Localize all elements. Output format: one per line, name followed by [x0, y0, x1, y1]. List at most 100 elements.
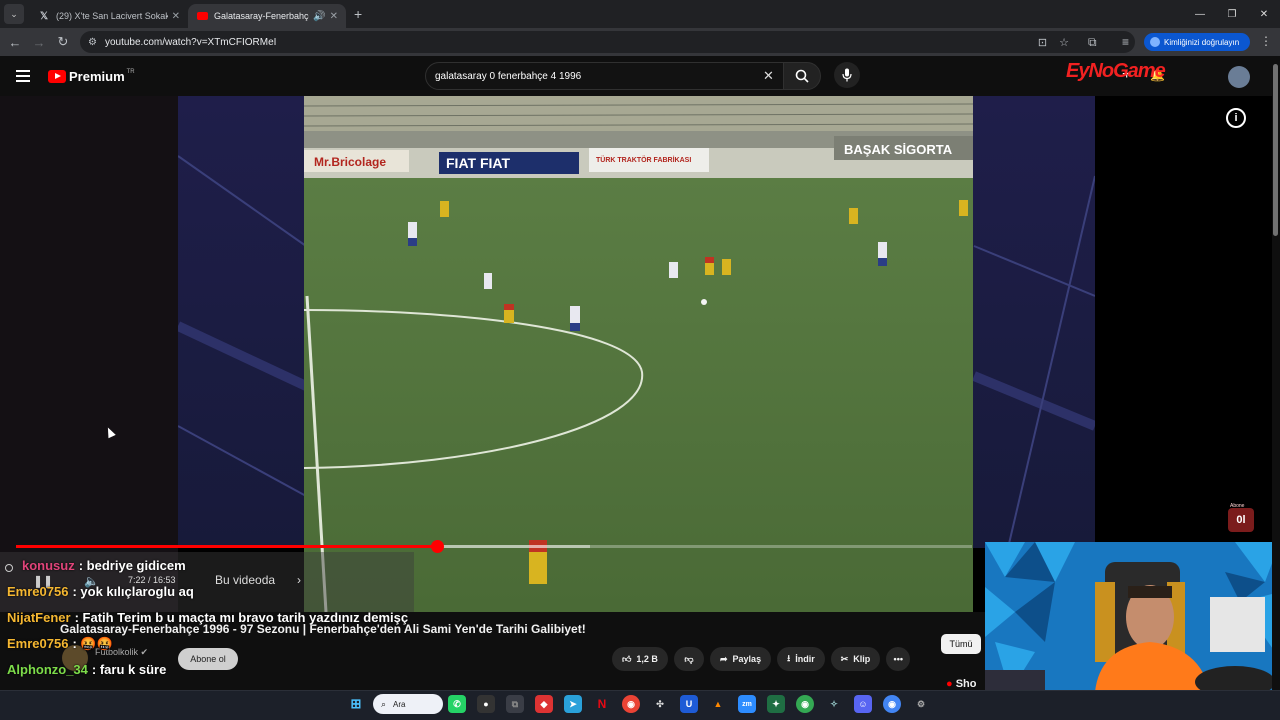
app-icon[interactable]: ✧: [825, 695, 843, 713]
account-avatar[interactable]: [1228, 66, 1250, 88]
chat-username: Emre0756: [7, 636, 69, 651]
shorts-shelf-title: ● Sho: [946, 678, 977, 690]
share-button[interactable]: ➦ Paylaş: [710, 647, 772, 671]
chrome-icon[interactable]: ◉: [622, 695, 640, 713]
browser-tab-x[interactable]: 𝕏 (29) X'te San Lacivert Sokak: "Ya ✕: [30, 4, 188, 28]
voice-search-button[interactable]: [834, 62, 860, 88]
reload-icon[interactable]: ↻: [51, 34, 75, 50]
video-player[interactable]: Mr.Bricolage FIAT FIAT TÜRK TRAKTÖR FABR…: [0, 96, 1274, 612]
microphone-icon: [842, 68, 852, 82]
telegram-icon[interactable]: ➤: [564, 695, 582, 713]
webcam-scene: [985, 542, 1280, 692]
more-actions-button[interactable]: •••: [886, 647, 911, 671]
minimize-icon[interactable]: —: [1184, 0, 1216, 28]
progress-played: [16, 545, 437, 548]
like-button[interactable]: 👍︎ 1,2 B: [612, 647, 668, 671]
whatsapp-icon[interactable]: ✆: [448, 695, 466, 713]
media-control-icon[interactable]: ≡: [1122, 35, 1129, 49]
app-icon[interactable]: ●: [477, 695, 495, 713]
chat-text: : 🤬🤬: [72, 636, 113, 651]
chat-text: : faru k süre: [91, 662, 167, 677]
close-window-icon[interactable]: ✕: [1248, 0, 1280, 28]
zoom-icon[interactable]: zm: [738, 695, 756, 713]
search-input[interactable]: galatasaray 0 fenerbahçe 4 1996: [425, 62, 785, 90]
browser-menu-icon[interactable]: ⋮: [1260, 34, 1272, 48]
site-info-icon[interactable]: ⚙: [88, 37, 97, 48]
chat-username: Emre0756: [7, 584, 69, 599]
chat-message: Alphonzo_34: faru k süre: [7, 662, 166, 677]
scrollbar-thumb[interactable]: [1273, 64, 1278, 236]
forward-icon[interactable]: →: [27, 35, 51, 50]
search-icon: [795, 69, 809, 83]
window-controls: — ❐ ✕: [1184, 0, 1280, 28]
chrome-icon[interactable]: ◉: [883, 695, 901, 713]
chrome-icon[interactable]: ◉: [796, 695, 814, 713]
netflix-icon[interactable]: N: [593, 695, 611, 713]
app-icon[interactable]: ⧉: [506, 695, 524, 713]
close-tab-icon[interactable]: ✕: [330, 11, 338, 22]
menu-hamburger-icon[interactable]: [16, 70, 30, 82]
settings-gear-icon[interactable]: ⚙: [912, 695, 930, 713]
chat-text: : Fatih Terim b u maçta mı bravo tarih y…: [74, 610, 409, 625]
bookmark-star-icon[interactable]: ☆: [1059, 36, 1069, 49]
premium-label: Premium: [69, 69, 125, 84]
progress-bar[interactable]: [16, 545, 972, 548]
audio-playing-icon[interactable]: 🔊: [313, 11, 325, 22]
subscribe-button[interactable]: Abone ol: [178, 648, 238, 670]
ad-board-basak-sigorta: BAŞAK SİGORTA: [844, 142, 953, 157]
clip-button[interactable]: ✂ Klip: [830, 647, 881, 671]
football-pitch-scene: Mr.Bricolage FIAT FIAT TÜRK TRAKTÖR FABR…: [304, 96, 973, 612]
region-label: TR: [126, 68, 135, 75]
youtube-logo[interactable]: Premium TR: [48, 69, 135, 84]
vlc-icon[interactable]: ▲: [709, 695, 727, 713]
share-icon: ➦: [720, 653, 728, 664]
extensions-icon[interactable]: ⧉: [1088, 35, 1097, 50]
app-icon[interactable]: U: [680, 695, 698, 713]
info-icon[interactable]: i: [1226, 108, 1246, 128]
app-icon[interactable]: ✦: [767, 695, 785, 713]
download-button[interactable]: ⭳ İndir: [777, 647, 825, 671]
chapter-button[interactable]: Bu videoda: [215, 573, 275, 587]
taskbar-search[interactable]: ⌕ Ara: [373, 694, 443, 714]
restore-icon[interactable]: ❐: [1216, 0, 1248, 28]
close-tab-icon[interactable]: ✕: [172, 11, 180, 22]
chat-message: Emre0756: 🤬🤬: [7, 636, 113, 652]
back-icon[interactable]: ←: [3, 35, 27, 50]
windows-start-icon[interactable]: ⊞: [347, 695, 365, 713]
ad-board-fiat: FIAT FIAT: [446, 155, 510, 171]
chat-username: NijatFener: [7, 610, 71, 625]
player-left-background: [0, 96, 178, 612]
windows-taskbar: [0, 690, 1280, 720]
clip-label: Klip: [853, 654, 871, 664]
youtube-icon: [196, 10, 208, 22]
chevron-right-icon[interactable]: ›: [297, 573, 301, 587]
profile-avatar-icon: [1150, 37, 1160, 47]
install-app-icon[interactable]: ⊡: [1038, 36, 1047, 49]
match-footage: Mr.Bricolage FIAT FIAT TÜRK TRAKTÖR FABR…: [304, 96, 973, 612]
progress-scrubber[interactable]: [430, 540, 444, 553]
chat-text: : bedriye gidicem: [78, 558, 186, 573]
download-icon: ⭳: [787, 653, 791, 663]
profile-verify-button[interactable]: Kimliğinizi doğrulayın: [1144, 33, 1250, 51]
filter-chip-all[interactable]: Tümü: [941, 634, 981, 654]
tab-search-button[interactable]: ⌄: [4, 4, 24, 24]
chatgpt-icon[interactable]: ✣: [651, 695, 669, 713]
app-icon[interactable]: ◆: [535, 695, 553, 713]
search-button[interactable]: [783, 62, 821, 90]
more-horizontal-icon: •••: [893, 654, 903, 664]
profile-verify-label: Kimliğinizi doğrulayın: [1164, 37, 1240, 47]
clear-search-icon[interactable]: ✕: [763, 68, 774, 84]
url-field[interactable]: ⚙ youtube.com/watch?v=XTmCFIORMeI ⊡ ☆: [80, 31, 1135, 53]
ad-board-turk-traktor: TÜRK TRAKTÖR FABRİKASI: [596, 155, 691, 164]
browser-tab-youtube[interactable]: Galatasaray-Fenerbahçe 19 🔊 ✕: [188, 4, 346, 28]
subscribe-overlay-logo: 0l: [1228, 508, 1254, 532]
dislike-button[interactable]: 👎︎: [674, 647, 704, 671]
url-text: youtube.com/watch?v=XTmCFIORMeI: [104, 36, 277, 48]
tab-title: (29) X'te San Lacivert Sokak: "Ya: [56, 11, 168, 21]
chat-text: : yok kılıçlaroglu aq: [72, 584, 194, 599]
like-count: 1,2 B: [636, 654, 658, 664]
video-actions: 👍︎ 1,2 B 👎︎ ➦ Paylaş ⭳ İndir ✂ Klip •••: [612, 647, 911, 671]
new-tab-button[interactable]: +: [354, 6, 362, 22]
discord-icon[interactable]: ☺: [854, 695, 872, 713]
streamer-watermark-logo: EyNoGame: [1066, 60, 1166, 82]
